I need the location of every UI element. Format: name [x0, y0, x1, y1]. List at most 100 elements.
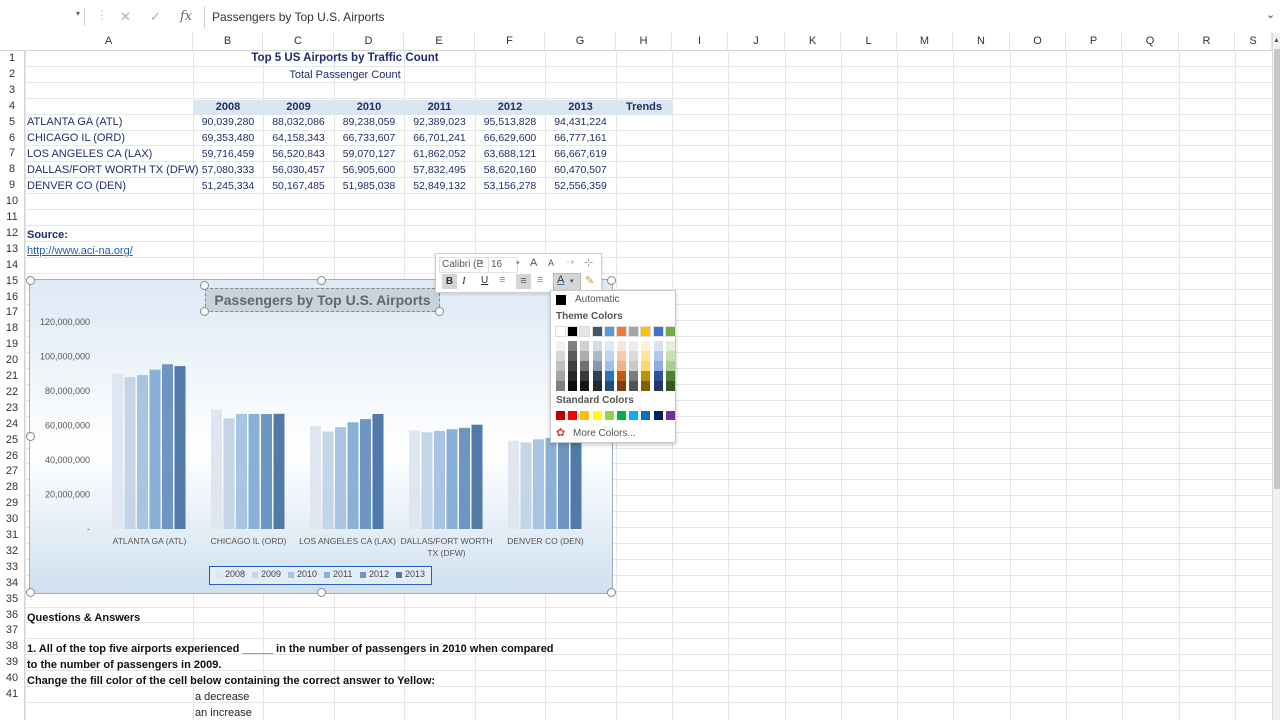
airport-name[interactable]: DALLAS/FORT WORTH TX (DFW) [27, 164, 199, 176]
passenger-count-cell[interactable]: 92,389,023 [404, 116, 475, 128]
row-header-27[interactable]: 27 [0, 463, 24, 479]
row-header-8[interactable]: 8 [0, 161, 24, 177]
passenger-count-cell[interactable]: 88,032,086 [263, 116, 334, 128]
theme-shade-swatch[interactable] [556, 361, 565, 371]
airport-name[interactable]: LOS ANGELES CA (LAX) [27, 148, 152, 160]
year-header-2013[interactable]: 2013 [545, 100, 616, 115]
italic-button[interactable]: I [462, 275, 466, 287]
column-header-H[interactable]: H [616, 33, 672, 50]
column-header-R[interactable]: R [1179, 33, 1235, 50]
row-header-13[interactable]: 13 [0, 241, 24, 257]
bar-2008[interactable] [508, 440, 519, 529]
passenger-count-cell[interactable]: 94,431,224 [545, 116, 616, 128]
passenger-count-cell[interactable]: 52,556,359 [545, 180, 616, 192]
underline-button[interactable]: U [481, 275, 488, 286]
theme-shade-swatch[interactable] [556, 351, 565, 361]
bar-2008[interactable] [409, 430, 420, 529]
row-header-23[interactable]: 23 [0, 400, 24, 416]
bold-button[interactable]: B [442, 274, 457, 289]
selection-handle[interactable] [607, 588, 616, 597]
theme-shade-swatch[interactable] [568, 361, 578, 371]
theme-shade-swatch[interactable] [617, 381, 626, 391]
theme-shade-swatch[interactable] [592, 361, 602, 371]
row-header-24[interactable]: 24 [0, 416, 24, 432]
theme-shade-swatch[interactable] [641, 371, 651, 381]
row-header-2[interactable]: 2 [0, 66, 24, 82]
row-header-10[interactable]: 10 [0, 193, 24, 209]
theme-color-swatch[interactable] [652, 326, 664, 337]
chart[interactable]: 120,000,000 100,000,000 80,000,000 60,000,0… [29, 279, 613, 594]
selection-handle[interactable] [435, 307, 444, 316]
legend-label-2013[interactable]: 2013 [405, 569, 425, 579]
column-header-M[interactable]: M [897, 33, 953, 50]
theme-shade-swatch[interactable] [580, 381, 590, 391]
bar-2011[interactable] [149, 369, 161, 529]
theme-shade-swatch[interactable] [641, 351, 651, 361]
standard-color-swatch[interactable] [617, 411, 626, 420]
row-header-32[interactable]: 32 [0, 543, 24, 559]
row-header-11[interactable]: 11 [0, 209, 24, 225]
row-header-25[interactable]: 25 [0, 432, 24, 448]
row-header-6[interactable]: 6 [0, 130, 24, 146]
row-header-36[interactable]: 36 [0, 607, 24, 623]
align-center-icon[interactable]: ≡ [516, 274, 531, 289]
column-header-K[interactable]: K [785, 33, 841, 50]
chart-legend[interactable]: 2008 2009 2010 2011 2012 2013 [209, 566, 432, 585]
theme-shade-swatch[interactable] [604, 381, 614, 391]
theme-shade-swatch[interactable] [580, 371, 590, 381]
format-painter-icon[interactable]: ⇢ [566, 257, 574, 268]
row-header-33[interactable]: 33 [0, 559, 24, 575]
bar-2012[interactable] [261, 414, 272, 529]
column-header-C[interactable]: C [263, 33, 334, 50]
passenger-count-cell[interactable]: 56,520,843 [263, 148, 334, 160]
scroll-thumb[interactable] [1274, 49, 1280, 489]
theme-shade-swatch[interactable] [665, 361, 675, 371]
passenger-count-cell[interactable]: 69,353,480 [193, 132, 263, 144]
vertical-scrollbar[interactable]: ▲ [1272, 33, 1280, 720]
chevron-down-icon[interactable]: ▾ [516, 259, 520, 267]
theme-shade-swatch[interactable] [641, 341, 651, 351]
bar-2013[interactable] [174, 366, 186, 529]
row-header-18[interactable]: 18 [0, 320, 24, 336]
passenger-count-cell[interactable]: 50,167,485 [263, 180, 334, 192]
theme-shade-swatch[interactable] [641, 361, 651, 371]
theme-shade-swatch[interactable] [592, 341, 602, 351]
theme-shade-swatch[interactable] [617, 351, 626, 361]
row-header-38[interactable]: 38 [0, 638, 24, 654]
more-colors-option[interactable]: More Colors... [573, 428, 636, 439]
airport-name[interactable]: DENVER CO (DEN) [27, 180, 126, 192]
grow-font-icon[interactable]: A [530, 257, 537, 269]
row-header-21[interactable]: 21 [0, 368, 24, 384]
passenger-count-cell[interactable]: 57,080,333 [193, 164, 263, 176]
passenger-count-cell[interactable]: 95,513,828 [475, 116, 545, 128]
formula-input[interactable]: Passengers by Top U.S. Airports [212, 10, 385, 24]
passenger-count-cell[interactable]: 59,716,459 [193, 148, 263, 160]
selection-handle[interactable] [26, 588, 35, 597]
year-header-2012[interactable]: 2012 [475, 100, 545, 115]
theme-shade-swatch[interactable] [580, 361, 590, 371]
passenger-count-cell[interactable]: 89,238,059 [334, 116, 404, 128]
chevron-down-icon[interactable]: ▾ [480, 259, 484, 267]
bar-2010[interactable] [335, 427, 346, 529]
column-header-F[interactable]: F [475, 33, 545, 50]
selection-handle[interactable] [607, 276, 616, 285]
scroll-up-icon[interactable]: ▲ [1273, 37, 1280, 44]
theme-color-swatch[interactable] [664, 326, 676, 337]
theme-shade-swatch[interactable] [617, 361, 626, 371]
theme-shade-swatch[interactable] [665, 381, 675, 391]
passenger-count-cell[interactable]: 56,905,600 [334, 164, 404, 176]
bar-2009[interactable] [421, 432, 433, 529]
bar-2013[interactable] [570, 438, 582, 529]
bar-2010[interactable] [137, 375, 148, 529]
legend-label-2011[interactable]: 2011 [333, 569, 352, 579]
row-header-31[interactable]: 31 [0, 527, 24, 543]
legend-label-2008[interactable]: 2008 [225, 569, 245, 579]
theme-shade-swatch[interactable] [665, 341, 675, 351]
row-header-35[interactable]: 35 [0, 591, 24, 607]
chevron-down-icon[interactable]: ▾ [76, 9, 80, 18]
name-box[interactable]: ▾ [4, 8, 85, 26]
theme-shade-swatch[interactable] [653, 381, 663, 391]
theme-color-swatch[interactable] [616, 326, 627, 337]
theme-shade-swatch[interactable] [568, 351, 578, 361]
standard-color-swatch[interactable] [592, 411, 602, 420]
